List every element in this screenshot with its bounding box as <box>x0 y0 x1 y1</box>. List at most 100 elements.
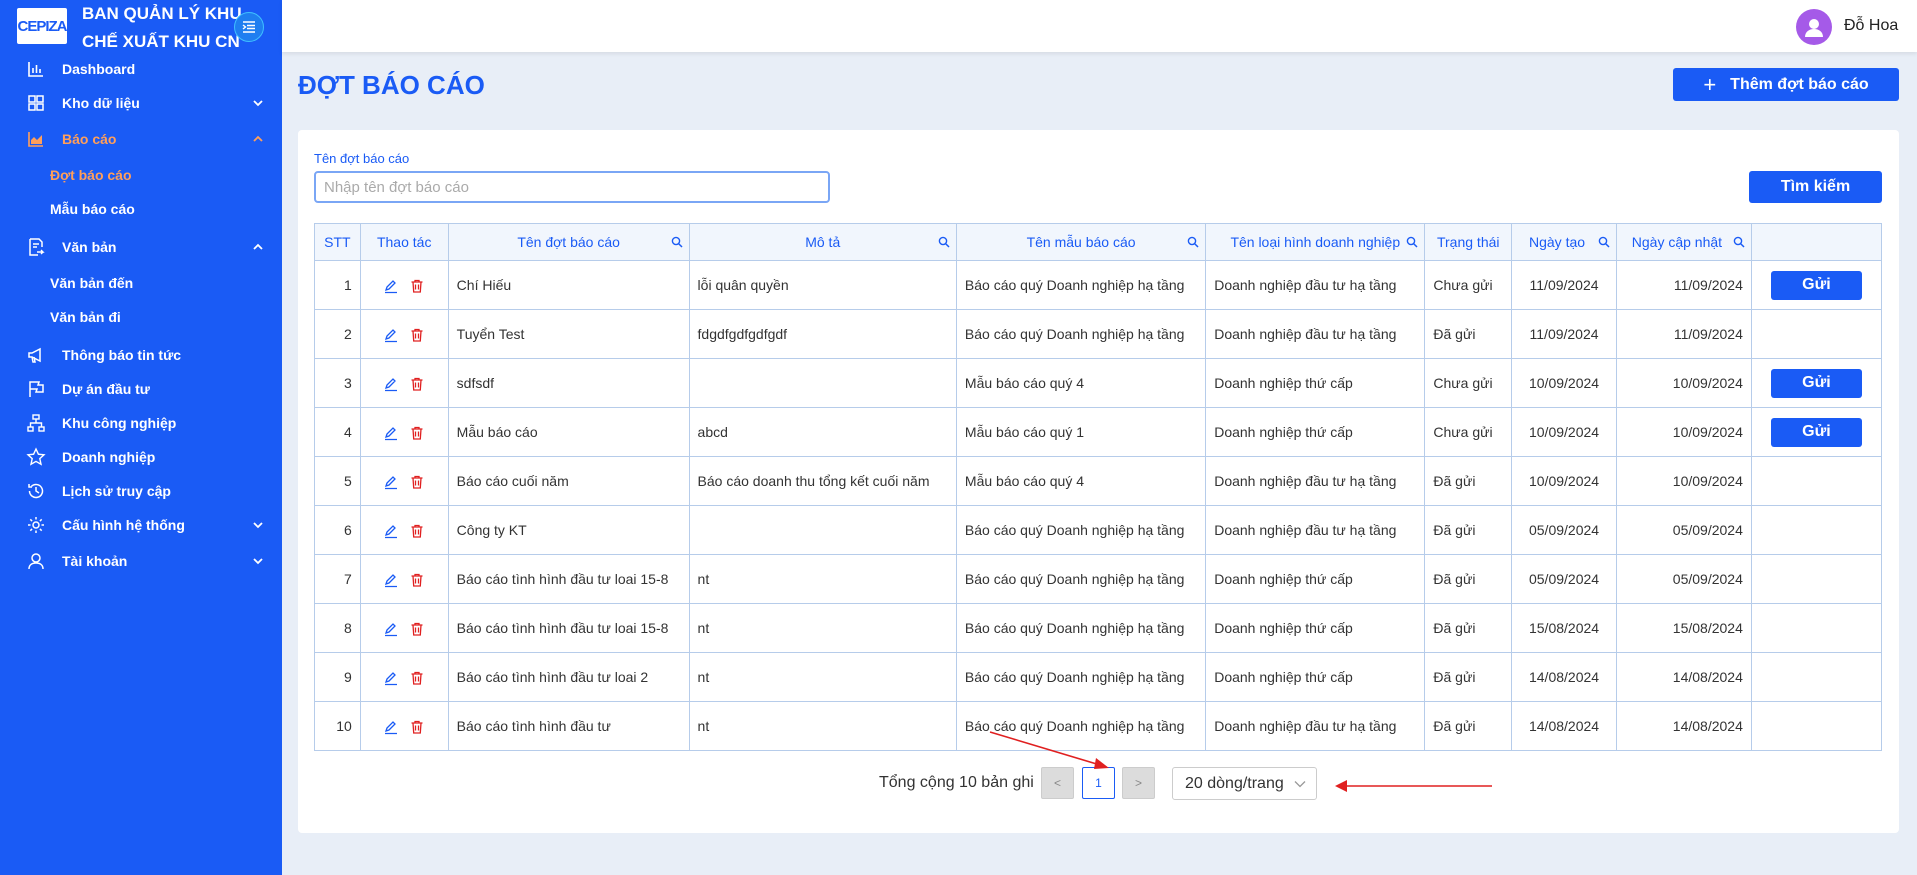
cell-business-type: Doanh nghiệp thứ cấp <box>1205 358 1426 408</box>
bar-chart-icon <box>28 62 43 77</box>
delete-icon[interactable] <box>409 425 425 441</box>
search-icon[interactable] <box>1187 236 1199 248</box>
cell-updated: 05/09/2024 <box>1615 505 1752 555</box>
cell-actions <box>359 456 449 506</box>
delete-icon[interactable] <box>409 621 425 637</box>
sidebar-item-label: Dashboard <box>62 61 136 77</box>
sidebar-subitem-van-ban-den[interactable]: Văn bản đến <box>50 268 133 298</box>
table-row: 1 Chí Hiếu lỗi quân quyền Báo cáo quý Doanh… <box>314 260 1883 310</box>
search-icon[interactable] <box>938 236 950 248</box>
cell-stt: 3 <box>314 358 361 408</box>
add-report-batch-button[interactable]: + Thêm đợt báo cáo <box>1673 68 1899 101</box>
sidebar-item-doanh-nghiep[interactable]: Doanh nghiệp <box>0 440 282 474</box>
delete-icon[interactable] <box>409 572 425 588</box>
edit-icon[interactable] <box>383 670 399 686</box>
cell-actions <box>359 554 449 604</box>
edit-icon[interactable] <box>383 376 399 392</box>
cell-description: fdgdfgdfgdfgdf <box>688 309 957 359</box>
gear-icon <box>28 517 44 533</box>
delete-icon[interactable] <box>409 474 425 490</box>
sidebar-subitem-mau-bao-cao[interactable]: Mẫu báo cáo <box>50 194 135 224</box>
table-header-row: STT Thao tác Tên đợt báo cáo Mô tả Tên m… <box>314 223 1883 261</box>
delete-icon[interactable] <box>409 670 425 686</box>
cell-name: Báo cáo cuối năm <box>447 456 690 506</box>
edit-icon[interactable] <box>383 425 399 441</box>
header-label: STT <box>324 234 351 250</box>
search-icon[interactable] <box>1598 236 1610 248</box>
cell-created: 10/09/2024 <box>1511 456 1617 506</box>
send-button[interactable]: Gửi <box>1770 417 1862 447</box>
cell-name: Công ty KT <box>447 505 690 555</box>
cell-send <box>1750 505 1883 555</box>
sidebar-item-tai-khoan[interactable]: Tài khoản <box>0 544 282 578</box>
search-input[interactable] <box>314 171 830 203</box>
edit-icon[interactable] <box>383 474 399 490</box>
grid-icon <box>28 95 44 111</box>
cell-name: Mẫu báo cáo <box>447 407 690 457</box>
sidebar-item-cau-hinh[interactable]: Cấu hình hệ thống <box>0 508 282 542</box>
sidebar-subitem-dot-bao-cao[interactable]: Đợt báo cáo <box>50 160 132 190</box>
delete-icon[interactable] <box>409 523 425 539</box>
sidebar-item-label: Doanh nghiệp <box>62 449 156 465</box>
edit-icon[interactable] <box>383 327 399 343</box>
username[interactable]: Đỗ Hoa <box>1844 17 1898 35</box>
cell-name: Chí Hiếu <box>447 260 690 310</box>
sidebar-item-lich-su[interactable]: Lịch sử truy cập <box>0 474 282 508</box>
next-page-button[interactable]: > <box>1122 767 1155 799</box>
cell-stt: 7 <box>314 554 361 604</box>
header-label: Trạng thái <box>1436 234 1500 250</box>
table-row: 7 Báo cáo tình hình đầu tư loai 15-8 nt Báo… <box>314 554 1883 604</box>
edit-icon[interactable] <box>383 621 399 637</box>
delete-icon[interactable] <box>409 327 425 343</box>
page-number-current[interactable]: 1 <box>1082 767 1115 799</box>
search-icon[interactable] <box>1406 236 1418 248</box>
cell-business-type: Doanh nghiệp thứ cấp <box>1205 554 1426 604</box>
sidebar-item-label: Báo cáo <box>62 131 117 147</box>
send-button[interactable]: Gửi <box>1770 270 1862 300</box>
sidebar-item-dashboard[interactable]: Dashboard <box>0 52 282 86</box>
search-button[interactable]: Tìm kiếm <box>1749 171 1882 203</box>
sidebar-item-label: Thông báo tin tức <box>62 347 182 363</box>
sidebar-item-bao-cao[interactable]: Báo cáo <box>0 122 282 156</box>
col-header-updated: Ngày cập nhật <box>1615 223 1752 261</box>
cell-status: Đã gửi <box>1424 554 1513 604</box>
sidebar-item-thong-bao[interactable]: Thông báo tin tức <box>0 338 282 372</box>
cell-name: Báo cáo tình hình đầu tư loai 15-8 <box>447 603 690 653</box>
menu-collapse-button[interactable] <box>234 12 264 42</box>
cell-stt: 4 <box>314 407 361 457</box>
edit-icon[interactable] <box>383 523 399 539</box>
delete-icon[interactable] <box>409 278 425 294</box>
edit-icon[interactable] <box>383 572 399 588</box>
sidebar-item-label: Khu công nghiệp <box>62 415 177 431</box>
cell-actions <box>359 407 449 457</box>
sidebar-subitem-van-ban-di[interactable]: Văn bản đi <box>50 302 121 332</box>
prev-page-button[interactable]: < <box>1041 767 1074 799</box>
cell-stt: 2 <box>314 309 361 359</box>
delete-icon[interactable] <box>409 376 425 392</box>
edit-icon[interactable] <box>383 278 399 294</box>
search-icon[interactable] <box>1733 236 1745 248</box>
sidebar-item-khu-cong-nghiep[interactable]: Khu công nghiệp <box>0 406 282 440</box>
cell-description: lỗi quân quyền <box>688 260 957 310</box>
cell-description: nt <box>688 603 957 653</box>
page-size-value: 20 dòng/trang <box>1185 774 1284 792</box>
star-icon <box>26 447 46 466</box>
search-icon[interactable] <box>671 236 683 248</box>
cell-description: abcd <box>688 407 957 457</box>
sidebar-item-van-ban[interactable]: Văn bản <box>0 230 282 264</box>
header-label: Thao tác <box>376 234 432 250</box>
col-header-business-type: Tên loại hình doanh nghiệp <box>1205 223 1426 261</box>
cell-business-type: Doanh nghiệp thứ cấp <box>1205 407 1426 457</box>
page-size-select[interactable]: 20 dòng/trang <box>1172 767 1317 800</box>
delete-icon[interactable] <box>409 719 425 735</box>
cell-created: 10/09/2024 <box>1511 407 1617 457</box>
send-button[interactable]: Gửi <box>1770 368 1862 398</box>
sidebar-item-du-an[interactable]: Dự án đầu tư <box>0 372 282 406</box>
avatar[interactable] <box>1796 9 1832 45</box>
table-row: 2 Tuyển Test fdgdfgdfgdfgdf Báo cáo quý Doa… <box>314 309 1883 359</box>
cell-description: Báo cáo doanh thu tổng kết cuối năm <box>688 456 957 506</box>
edit-icon[interactable] <box>383 719 399 735</box>
sidebar-item-kho-du-lieu[interactable]: Kho dữ liệu <box>0 86 282 120</box>
cell-created: 11/09/2024 <box>1511 260 1617 310</box>
cell-updated: 14/08/2024 <box>1615 701 1752 751</box>
